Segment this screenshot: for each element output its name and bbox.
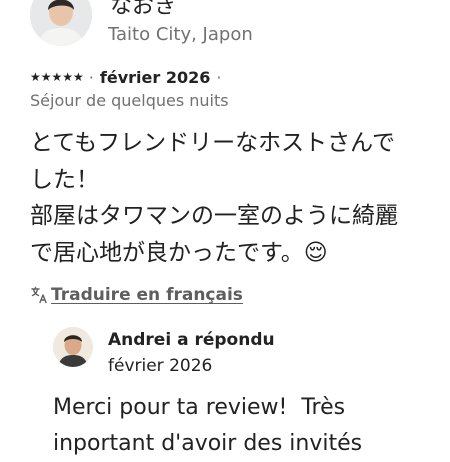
translate-icon [31,286,47,304]
host-response-header: Andrei a répondu [108,330,275,350]
review-date: février 2026 [99,67,211,87]
reviewer-avatar[interactable] [30,0,92,46]
host-avatar[interactable] [53,327,93,367]
host-response-date: février 2026 [108,356,213,376]
host-photo [53,327,93,367]
star-rating: ★★★★★ [30,70,84,84]
review-text: とてもフレンドリーなホストさんで した！ 部屋はタワマンの一室のように綺麗 で居… [30,130,398,266]
review-meta: ★★★★★ · février 2026 · [30,66,221,88]
reviewer-location: Taito City, Japon [108,24,253,45]
translate-link[interactable]: Traduire en français [51,285,243,305]
reviewer-name: なおき [110,0,177,19]
stay-type: Séjour de quelques nuits [30,91,229,110]
separator: · [88,67,94,87]
reviewer-photo [30,0,92,46]
separator: · [216,67,222,87]
translate-row[interactable]: Traduire en français [30,283,243,307]
host-response-text: Merci pour ta review! Très inportant d'a… [53,395,363,456]
